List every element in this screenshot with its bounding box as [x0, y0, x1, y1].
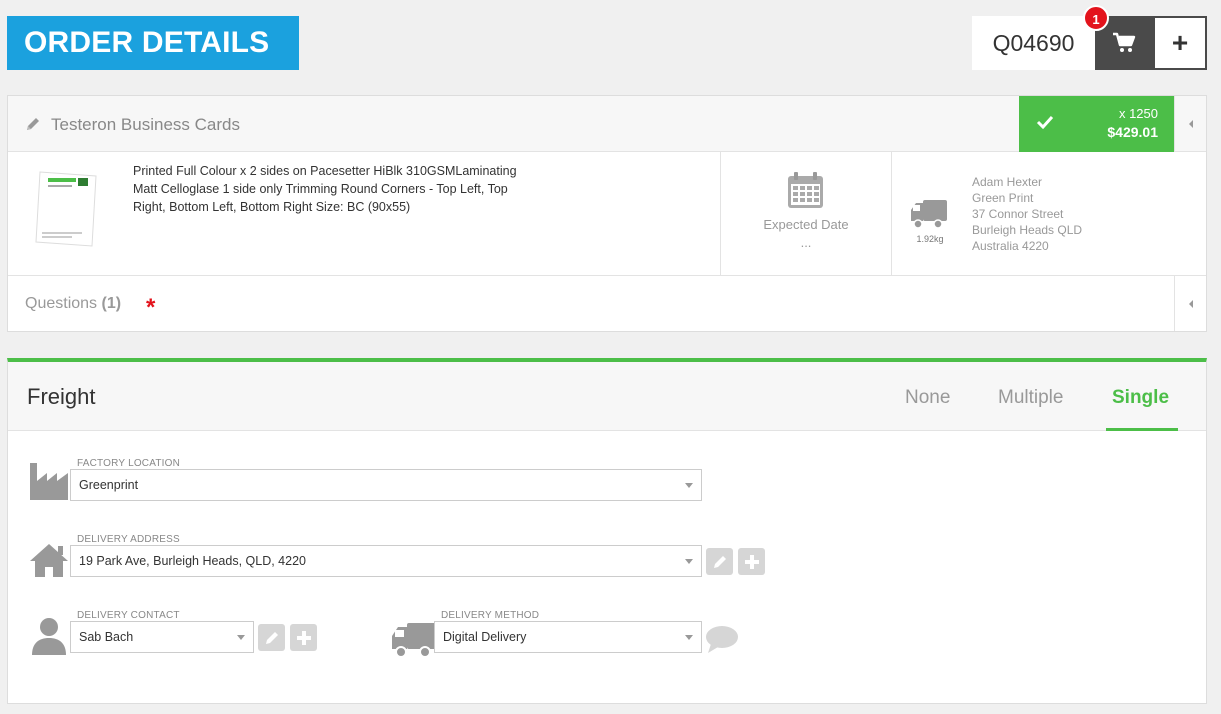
- delivery-address-select[interactable]: 19 Park Ave, Burleigh Heads, QLD, 4220: [70, 545, 702, 577]
- cart-icon: [1113, 32, 1136, 52]
- delivery-contact-select[interactable]: Sab Bach: [70, 621, 254, 653]
- chevron-left-icon: [1188, 299, 1193, 308]
- pencil-icon[interactable]: [25, 116, 41, 132]
- chevron-down-icon: [685, 483, 693, 488]
- questions-text: Questions: [25, 295, 98, 312]
- add-address-button[interactable]: [738, 548, 765, 575]
- add-icon: [296, 630, 311, 645]
- edit-address-button[interactable]: [706, 548, 733, 575]
- chevron-down-icon: [237, 635, 245, 640]
- calendar-icon: [788, 172, 823, 208]
- shipping-address: Adam Hexter Green Print 37 Connor Street…: [972, 174, 1082, 254]
- truck-icon: [911, 200, 947, 229]
- factory-icon: [30, 463, 68, 500]
- delivery-contact-label: DELIVERY CONTACT: [77, 610, 180, 621]
- address-street: 37 Connor Street: [972, 207, 1064, 221]
- tab-multiple[interactable]: Multiple: [998, 387, 1063, 409]
- expected-date-value: ...: [800, 235, 812, 250]
- comment-icon[interactable]: [705, 625, 739, 655]
- chevron-down-icon: [685, 559, 693, 564]
- freight-header: Freight None Multiple Single: [8, 362, 1206, 431]
- required-indicator: *: [146, 294, 156, 321]
- edit-icon: [265, 631, 278, 644]
- delivery-address-value: 19 Park Ave, Burleigh Heads, QLD, 4220: [79, 554, 306, 568]
- address-company: Green Print: [972, 191, 1034, 205]
- product-description: Printed Full Colour x 2 sides on Paceset…: [133, 164, 517, 214]
- expected-date-label: Expected Date: [763, 217, 849, 232]
- address-city: Burleigh Heads QLD: [972, 223, 1083, 237]
- product-collapse-toggle[interactable]: [1174, 96, 1206, 152]
- check-icon: [1036, 115, 1054, 130]
- factory-location-label: FACTORY LOCATION: [77, 458, 181, 469]
- tab-single[interactable]: Single: [1112, 387, 1169, 409]
- product-quantity: x 1250: [1118, 106, 1158, 121]
- price-box[interactable]: x 1250 $429.01: [1019, 96, 1174, 152]
- factory-location-select[interactable]: Greenprint: [70, 469, 702, 501]
- delivery-method-label: DELIVERY METHOD: [441, 610, 540, 621]
- address-name: Adam Hexter: [972, 175, 1043, 189]
- divider: [720, 152, 721, 275]
- page-title: ORDER DETAILS: [7, 16, 299, 70]
- delivery-method-select[interactable]: Digital Delivery: [434, 621, 702, 653]
- truck-icon: [392, 623, 436, 658]
- cart-count-badge: 1: [1083, 5, 1109, 31]
- product-body: Printed Full Colour x 2 sides on Paceset…: [8, 152, 1206, 276]
- add-icon: [744, 554, 759, 569]
- delivery-method-value: Digital Delivery: [443, 630, 527, 644]
- add-button[interactable]: +: [1153, 16, 1207, 70]
- product-header: Testeron Business Cards x 1250 $429.01: [8, 96, 1206, 152]
- delivery-contact-value: Sab Bach: [79, 630, 134, 644]
- home-icon: [30, 544, 68, 577]
- divider: [891, 152, 892, 275]
- product-card: Testeron Business Cards x 1250 $429.01 P…: [7, 95, 1207, 332]
- tab-none[interactable]: None: [905, 387, 950, 409]
- questions-label[interactable]: Questions (1): [25, 295, 121, 313]
- product-thumbnail: [35, 171, 97, 247]
- freight-title: Freight: [27, 384, 96, 409]
- questions-count: (1): [101, 295, 122, 312]
- add-contact-button[interactable]: [290, 624, 317, 651]
- product-price: $429.01: [1107, 124, 1158, 140]
- chevron-left-icon: [1188, 120, 1193, 128]
- chevron-down-icon: [685, 635, 693, 640]
- active-tab-indicator: [1106, 428, 1178, 431]
- questions-collapse-toggle[interactable]: [1174, 276, 1206, 331]
- factory-location-value: Greenprint: [79, 478, 139, 492]
- edit-contact-button[interactable]: [258, 624, 285, 651]
- quote-number: Q04690: [972, 16, 1095, 70]
- questions-row[interactable]: Questions (1) *: [8, 276, 1206, 331]
- product-name[interactable]: Testeron Business Cards: [51, 115, 240, 135]
- edit-icon: [713, 555, 726, 568]
- product-weight: 1.92kg: [916, 234, 944, 244]
- freight-card: Freight None Multiple Single FACTORY LOC…: [7, 358, 1207, 704]
- delivery-address-label: DELIVERY ADDRESS: [77, 534, 180, 545]
- address-country: Australia 4220: [972, 239, 1049, 253]
- user-icon: [32, 618, 66, 655]
